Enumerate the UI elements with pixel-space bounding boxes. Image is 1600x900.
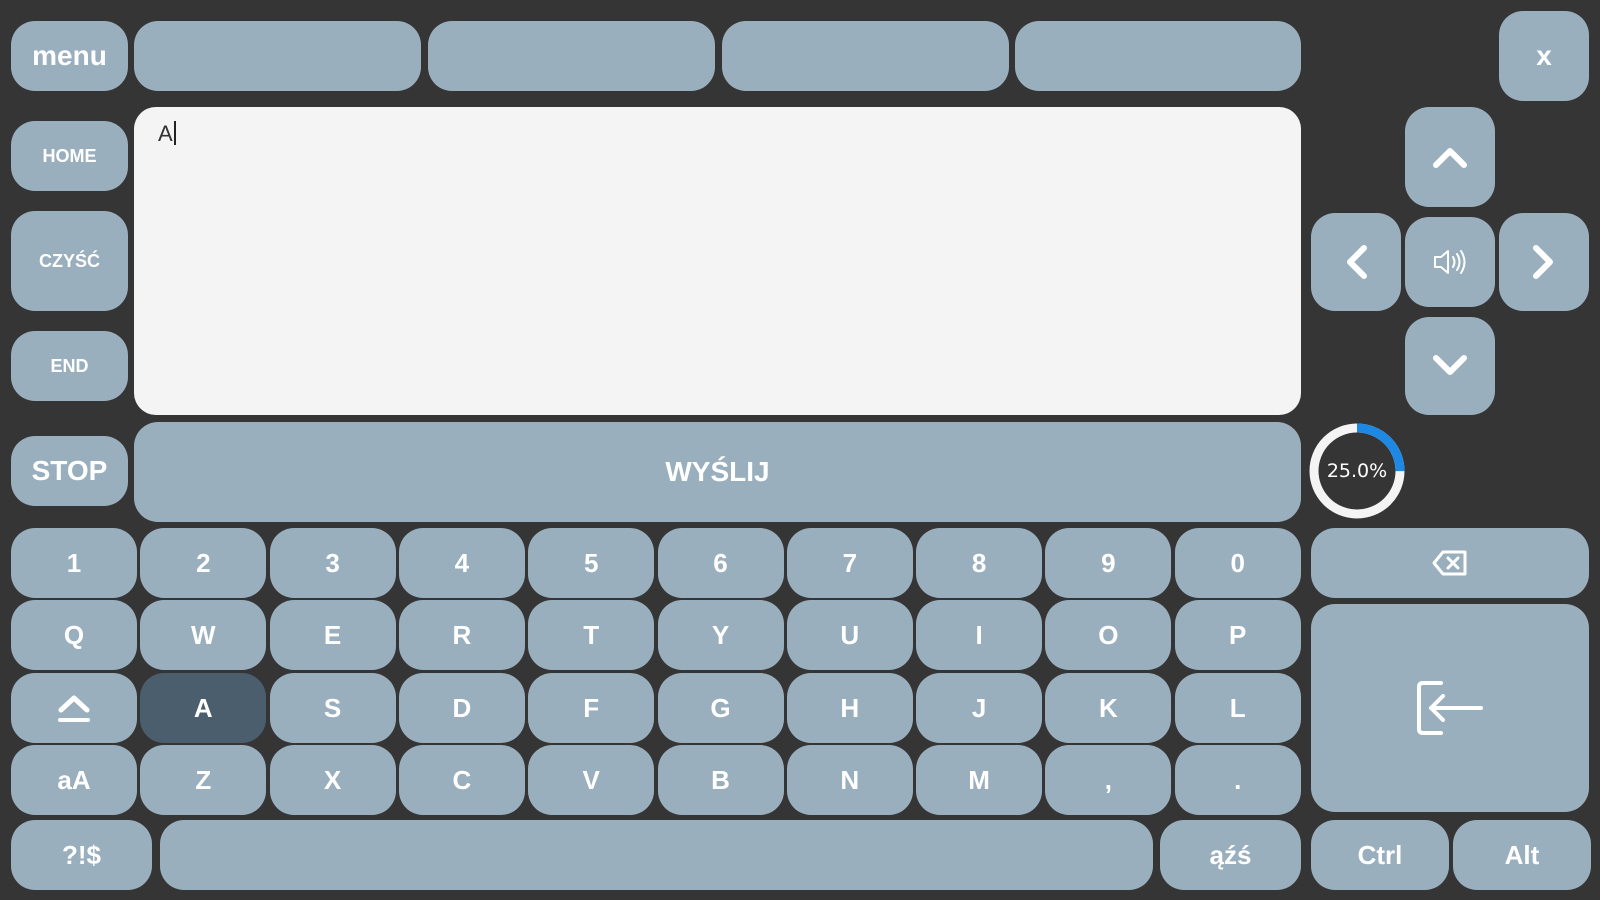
key-o[interactable]: O xyxy=(1045,600,1172,670)
key-period[interactable]: . xyxy=(1174,745,1301,815)
close-button[interactable]: x xyxy=(1499,11,1589,101)
menu-button[interactable]: menu xyxy=(11,21,128,91)
progress-label: 25.0% xyxy=(1326,460,1388,482)
right-button[interactable] xyxy=(1499,213,1589,311)
key-g[interactable]: G xyxy=(657,673,784,743)
diacritics-key[interactable]: ąźś xyxy=(1160,820,1301,890)
key-1[interactable]: 1 xyxy=(11,528,137,598)
alt-key[interactable]: Alt xyxy=(1453,820,1591,890)
text-caret xyxy=(173,121,176,145)
case-toggle-key[interactable]: aA xyxy=(11,745,137,815)
key-h[interactable]: H xyxy=(786,673,913,743)
key-y[interactable]: Y xyxy=(657,600,784,670)
key-2[interactable]: 2 xyxy=(140,528,267,598)
key-n[interactable]: N xyxy=(786,745,913,815)
shift-icon xyxy=(58,695,90,722)
key-e[interactable]: E xyxy=(269,600,396,670)
key-a[interactable]: A xyxy=(140,673,267,743)
key-6[interactable]: 6 xyxy=(657,528,784,598)
key-b[interactable]: B xyxy=(657,745,784,815)
progress-indicator: 25.0% xyxy=(1308,422,1406,520)
key-f[interactable]: F xyxy=(528,673,655,743)
down-button[interactable] xyxy=(1405,317,1495,415)
suggestion-4[interactable] xyxy=(1015,21,1301,91)
ctrl-key[interactable]: Ctrl xyxy=(1311,820,1449,890)
key-3[interactable]: 3 xyxy=(269,528,396,598)
key-t[interactable]: T xyxy=(528,600,655,670)
key-r[interactable]: R xyxy=(398,600,525,670)
speaker-icon xyxy=(1434,250,1466,274)
stop-button[interactable]: STOP xyxy=(11,436,128,506)
suggestion-1[interactable] xyxy=(134,21,421,91)
key-l[interactable]: L xyxy=(1174,673,1301,743)
clear-button[interactable]: CZYŚĆ xyxy=(11,211,128,311)
key-9[interactable]: 9 xyxy=(1045,528,1172,598)
chevron-up-icon xyxy=(1433,148,1467,168)
send-button[interactable]: WYŚLIJ xyxy=(134,422,1301,522)
space-key[interactable] xyxy=(160,820,1153,890)
key-x[interactable]: X xyxy=(269,745,396,815)
key-z[interactable]: Z xyxy=(140,745,267,815)
chevron-left-icon xyxy=(1347,245,1367,279)
key-d[interactable]: D xyxy=(398,673,525,743)
chevron-down-icon xyxy=(1433,355,1467,375)
end-button[interactable]: END xyxy=(11,331,128,401)
key-comma[interactable]: , xyxy=(1045,745,1172,815)
suggestion-3[interactable] xyxy=(722,21,1009,91)
shift-key[interactable] xyxy=(11,673,137,743)
symbols-key[interactable]: ?!$ xyxy=(11,820,152,890)
key-p[interactable]: P xyxy=(1174,600,1301,670)
text-editor[interactable]: A xyxy=(134,107,1301,415)
key-i[interactable]: I xyxy=(916,600,1043,670)
key-0[interactable]: 0 xyxy=(1174,528,1301,598)
enter-key[interactable] xyxy=(1311,604,1589,812)
key-m[interactable]: M xyxy=(916,745,1043,815)
key-w[interactable]: W xyxy=(140,600,267,670)
key-c[interactable]: C xyxy=(398,745,525,815)
editor-text: A xyxy=(158,121,173,146)
home-button[interactable]: HOME xyxy=(11,121,128,191)
key-5[interactable]: 5 xyxy=(528,528,655,598)
suggestion-2[interactable] xyxy=(428,21,715,91)
chevron-right-icon xyxy=(1533,245,1553,279)
key-s[interactable]: S xyxy=(269,673,396,743)
left-button[interactable] xyxy=(1311,213,1401,311)
key-u[interactable]: U xyxy=(786,600,913,670)
enter-icon xyxy=(1417,681,1483,735)
backspace-icon xyxy=(1432,550,1467,576)
speak-button[interactable] xyxy=(1405,217,1495,307)
key-v[interactable]: V xyxy=(528,745,655,815)
key-j[interactable]: J xyxy=(916,673,1043,743)
key-8[interactable]: 8 xyxy=(916,528,1043,598)
key-k[interactable]: K xyxy=(1045,673,1172,743)
key-q[interactable]: Q xyxy=(11,600,137,670)
backspace-key[interactable] xyxy=(1311,528,1589,598)
key-4[interactable]: 4 xyxy=(398,528,525,598)
key-7[interactable]: 7 xyxy=(786,528,913,598)
up-button[interactable] xyxy=(1405,107,1495,207)
